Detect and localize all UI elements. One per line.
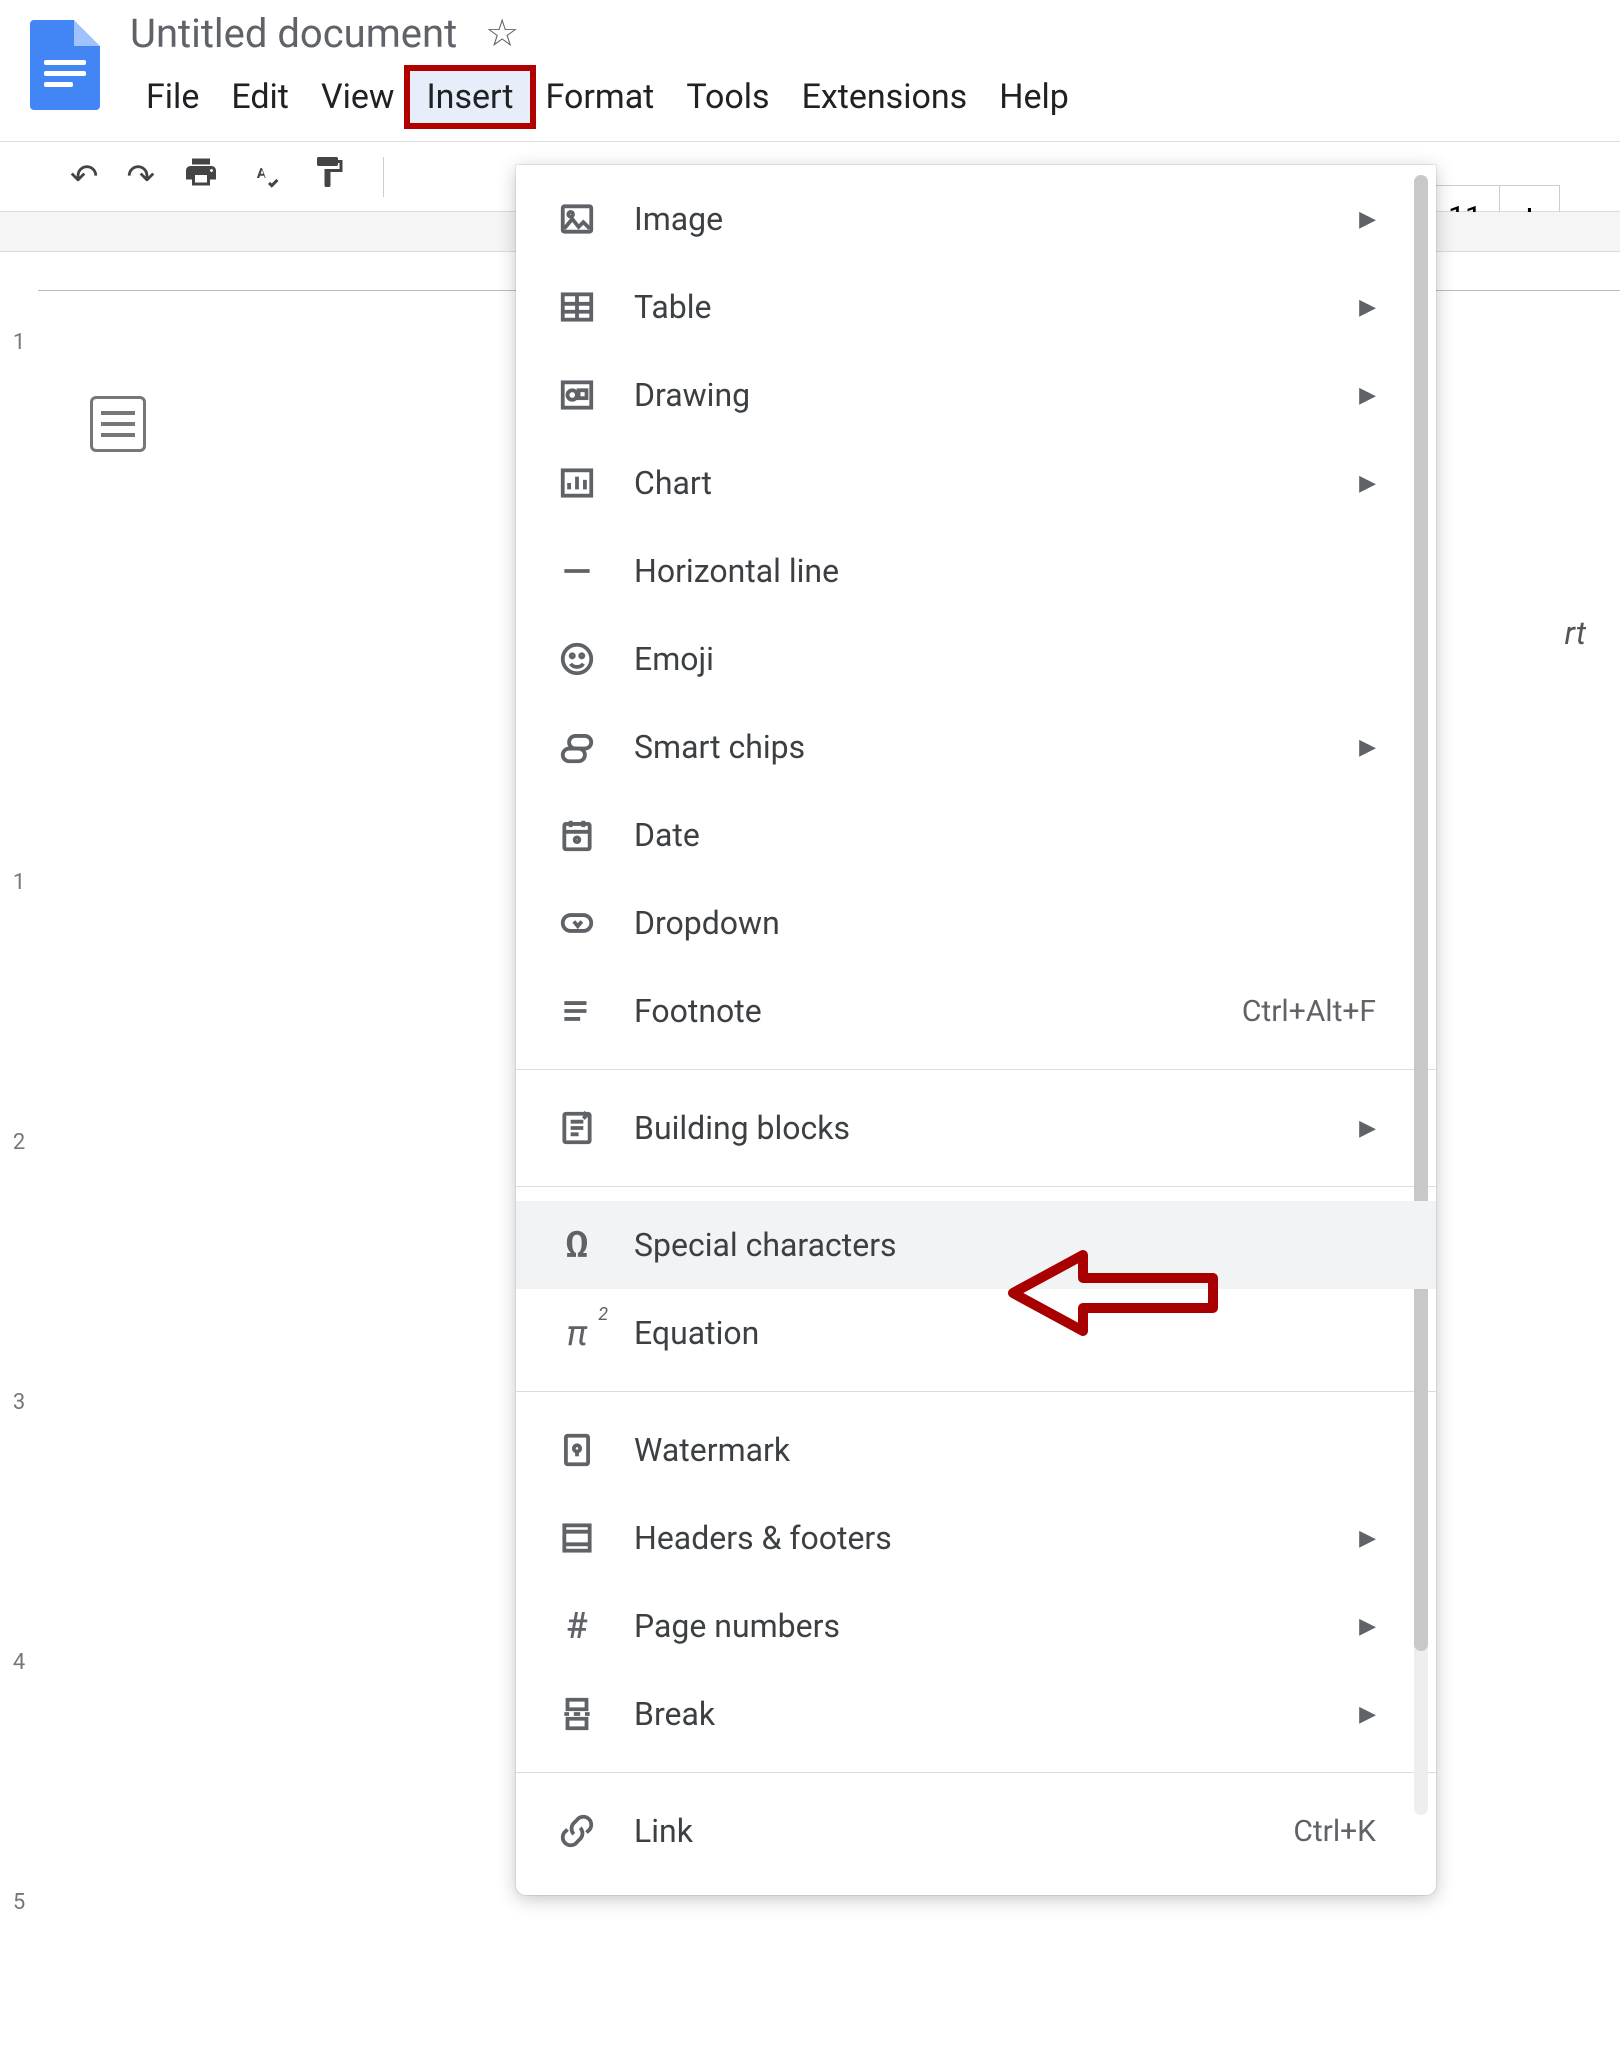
- ruler-tick: 1: [8, 870, 30, 895]
- ruler-tick: 3: [8, 1390, 30, 1415]
- horizontal-line-icon: [556, 550, 598, 592]
- docs-logo[interactable]: [30, 20, 100, 110]
- menu-edit[interactable]: Edit: [215, 71, 305, 123]
- menu-item-table[interactable]: Table ▶: [516, 263, 1436, 351]
- print-icon[interactable]: [183, 154, 219, 199]
- menu-help[interactable]: Help: [983, 71, 1085, 123]
- menu-item-label: Break: [634, 1695, 1323, 1733]
- menu-item-label: Drawing: [634, 376, 1323, 414]
- menubar: File Edit View Insert Format Tools Exten…: [130, 71, 1085, 123]
- menu-format[interactable]: Format: [530, 71, 671, 123]
- dropdown-icon: [556, 902, 598, 944]
- ruler-tick: 2: [8, 1130, 30, 1155]
- menu-item-label: Special characters: [634, 1226, 1376, 1264]
- menu-separator: [516, 1391, 1436, 1392]
- star-icon[interactable]: ☆: [485, 11, 519, 56]
- menu-item-label: Emoji: [634, 640, 1376, 678]
- keyboard-shortcut: Ctrl+K: [1293, 1814, 1376, 1849]
- chevron-right-icon: ▶: [1359, 295, 1376, 320]
- paint-format-icon[interactable]: [311, 154, 347, 199]
- spellcheck-icon[interactable]: [247, 154, 283, 199]
- menu-item-label: Footnote: [634, 992, 1206, 1030]
- menu-item-label: Page numbers: [634, 1607, 1323, 1645]
- menu-item-page-numbers[interactable]: # Page numbers ▶: [516, 1582, 1436, 1670]
- chevron-right-icon: ▶: [1359, 471, 1376, 496]
- chevron-right-icon: ▶: [1359, 1116, 1376, 1141]
- chevron-right-icon: ▶: [1359, 1526, 1376, 1551]
- drawing-icon: [556, 374, 598, 416]
- emoji-icon: [556, 638, 598, 680]
- redo-icon[interactable]: ↷: [127, 157, 156, 197]
- calendar-icon: [556, 814, 598, 856]
- menu-item-label: Date: [634, 816, 1376, 854]
- chevron-right-icon: ▶: [1359, 735, 1376, 760]
- menu-item-equation[interactable]: π2 Equation: [516, 1289, 1436, 1377]
- menu-file[interactable]: File: [130, 71, 215, 123]
- menu-separator: [516, 1772, 1436, 1773]
- smart-chips-icon: [556, 726, 598, 768]
- omega-icon: Ω: [556, 1224, 598, 1266]
- menu-item-label: Equation: [634, 1314, 1376, 1352]
- document-title[interactable]: Untitled document: [130, 10, 457, 57]
- ruler-tick: 1: [8, 330, 30, 355]
- building-blocks-icon: [556, 1107, 598, 1149]
- menu-item-dropdown[interactable]: Dropdown: [516, 879, 1436, 967]
- menu-item-break[interactable]: Break ▶: [516, 1670, 1436, 1758]
- menu-item-image[interactable]: Image ▶: [516, 175, 1436, 263]
- ruler-tick: 4: [8, 1650, 30, 1675]
- equation-icon: π2: [556, 1312, 598, 1354]
- menu-separator: [516, 1186, 1436, 1187]
- menu-item-smart-chips[interactable]: Smart chips ▶: [516, 703, 1436, 791]
- menu-item-label: Dropdown: [634, 904, 1376, 942]
- menu-item-watermark[interactable]: Watermark: [516, 1406, 1436, 1494]
- outline-icon[interactable]: [90, 396, 146, 452]
- table-icon: [556, 286, 598, 328]
- menu-item-date[interactable]: Date: [516, 791, 1436, 879]
- vertical-ruler[interactable]: 1 1 2 3 4 5: [0, 290, 38, 2048]
- menu-item-emoji[interactable]: Emoji: [516, 615, 1436, 703]
- menu-item-label: Image: [634, 200, 1323, 238]
- menu-item-link[interactable]: Link Ctrl+K: [516, 1787, 1436, 1875]
- menu-tools[interactable]: Tools: [670, 71, 785, 123]
- menu-extensions[interactable]: Extensions: [786, 71, 984, 123]
- toolbar-separator: [383, 157, 384, 197]
- undo-icon[interactable]: ↶: [70, 157, 99, 197]
- menu-item-label: Watermark: [634, 1431, 1376, 1469]
- menu-separator: [516, 1069, 1436, 1070]
- background-text: rt: [1565, 614, 1586, 652]
- menu-item-label: Link: [634, 1812, 1257, 1850]
- menu-item-label: Chart: [634, 464, 1323, 502]
- chevron-right-icon: ▶: [1359, 207, 1376, 232]
- menu-item-building-blocks[interactable]: Building blocks ▶: [516, 1084, 1436, 1172]
- menu-item-footnote[interactable]: Footnote Ctrl+Alt+F: [516, 967, 1436, 1055]
- headers-footers-icon: [556, 1517, 598, 1559]
- link-icon: [556, 1810, 598, 1852]
- menu-item-label: Headers & footers: [634, 1519, 1323, 1557]
- chart-icon: [556, 462, 598, 504]
- menu-insert[interactable]: Insert: [410, 71, 529, 123]
- menu-view[interactable]: View: [305, 71, 411, 123]
- footnote-icon: [556, 990, 598, 1032]
- menu-item-drawing[interactable]: Drawing ▶: [516, 351, 1436, 439]
- watermark-icon: [556, 1429, 598, 1471]
- page-break-icon: [556, 1693, 598, 1735]
- menu-item-label: Smart chips: [634, 728, 1323, 766]
- menu-item-horizontal-line[interactable]: Horizontal line: [516, 527, 1436, 615]
- image-icon: [556, 198, 598, 240]
- menu-item-special-characters[interactable]: Ω Special characters: [516, 1201, 1436, 1289]
- ruler-tick: 5: [8, 1890, 30, 1915]
- insert-menu: Image ▶ Table ▶ Drawing ▶ Chart ▶ Horizo…: [516, 165, 1436, 1895]
- menu-item-label: Horizontal line: [634, 552, 1376, 590]
- hash-icon: #: [556, 1605, 598, 1647]
- chevron-right-icon: ▶: [1359, 1702, 1376, 1727]
- menu-item-label: Table: [634, 288, 1323, 326]
- chevron-right-icon: ▶: [1359, 1614, 1376, 1639]
- menu-item-label: Building blocks: [634, 1109, 1323, 1147]
- menu-item-chart[interactable]: Chart ▶: [516, 439, 1436, 527]
- menu-item-headers-footers[interactable]: Headers & footers ▶: [516, 1494, 1436, 1582]
- keyboard-shortcut: Ctrl+Alt+F: [1242, 994, 1376, 1029]
- chevron-right-icon: ▶: [1359, 383, 1376, 408]
